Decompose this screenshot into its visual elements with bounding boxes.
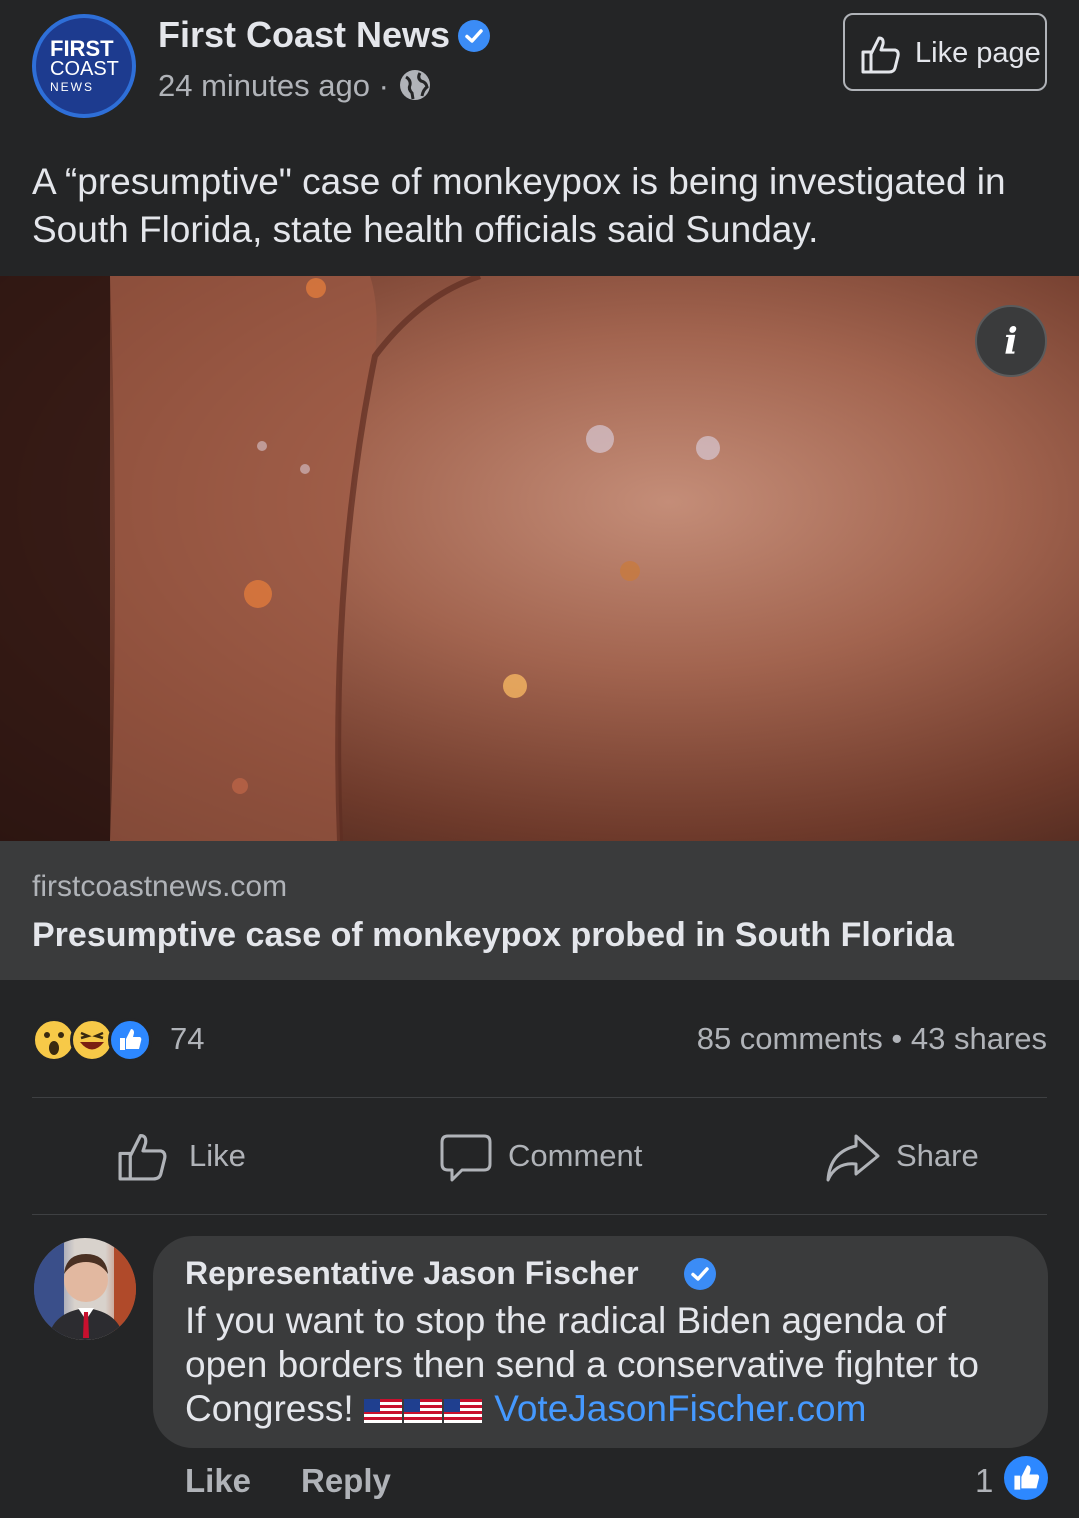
comment-link[interactable]: VoteJasonFischer.com (494, 1388, 866, 1429)
thumbs-up-icon (861, 36, 900, 74)
comment-icon (440, 1134, 492, 1182)
us-flag-icon (363, 1399, 402, 1424)
link-title[interactable]: Presumptive case of monkeypox probed in … (32, 916, 954, 955)
commenter-avatar[interactable] (34, 1238, 136, 1340)
comment-text: If you want to stop the radical Biden ag… (185, 1299, 1015, 1431)
like-page-label: Like page (915, 37, 1041, 69)
share-label: Share (896, 1138, 979, 1173)
divider (32, 1214, 1047, 1215)
avatar-logo-line2: COAST (50, 58, 119, 80)
comment-button[interactable]: Comment (438, 1128, 658, 1188)
link-domain: firstcoastnews.com (32, 870, 288, 903)
commenter-name[interactable]: Representative Jason Fischer (185, 1255, 639, 1292)
page-name[interactable]: First Coast News (158, 14, 450, 56)
page-avatar[interactable]: FIRST COAST NEWS (32, 14, 136, 118)
share-button[interactable]: Share (824, 1128, 984, 1188)
comment-reply-button[interactable]: Reply (301, 1462, 391, 1500)
post-image[interactable] (0, 276, 1079, 841)
comments-shares-count[interactable]: 85 comments • 43 shares (697, 1021, 1047, 1057)
like-button[interactable]: Like (115, 1128, 255, 1188)
verified-badge-icon (458, 20, 490, 52)
like-label: Like (189, 1138, 246, 1173)
like-reaction-icon (1004, 1456, 1048, 1500)
like-reaction-icon (108, 1018, 152, 1062)
post-text: A “presumptive" case of monkeypox is bei… (32, 161, 1006, 250)
avatar-logo-line3: NEWS (50, 80, 94, 94)
thumbs-up-icon (118, 1134, 167, 1181)
post-timestamp[interactable]: 24 minutes ago · (158, 68, 389, 104)
reaction-count[interactable]: 74 (170, 1021, 204, 1057)
verified-badge-icon (684, 1258, 717, 1290)
reaction-icons[interactable] (32, 1018, 162, 1062)
us-flag-icon (443, 1399, 482, 1424)
photo-illustration (0, 276, 720, 841)
link-preview[interactable] (0, 841, 1079, 980)
us-flag-icon (403, 1399, 442, 1424)
divider (32, 1097, 1047, 1098)
comment-like-button[interactable]: Like (185, 1462, 251, 1500)
globe-icon (398, 68, 432, 107)
share-icon (826, 1134, 880, 1182)
like-page-button[interactable]: Like page (843, 13, 1047, 91)
info-icon[interactable]: i (975, 305, 1047, 377)
comment-label: Comment (508, 1138, 643, 1173)
comment-like-count[interactable]: 1 (975, 1462, 993, 1500)
